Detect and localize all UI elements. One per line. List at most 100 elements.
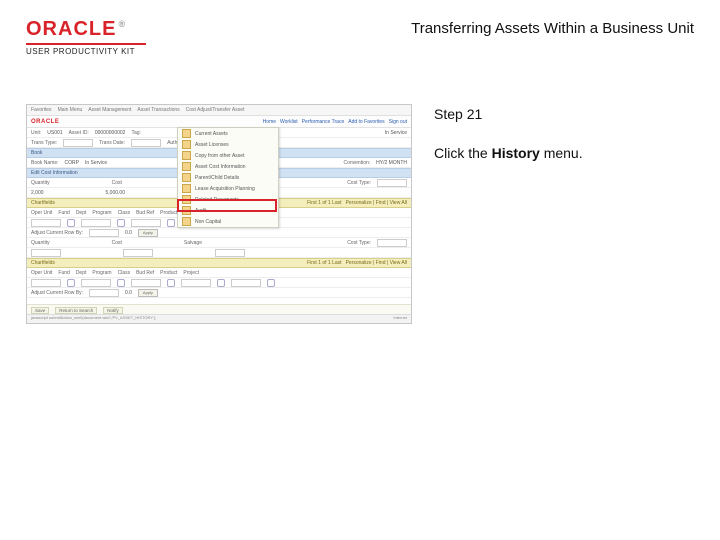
- adjust-row: Adjust Current Row By: 0.0 Apply: [27, 228, 411, 238]
- unit-value: US001: [47, 130, 62, 136]
- chart-section-2: Chartfields Personalize | Find | View Al…: [27, 258, 411, 268]
- brand-rule: [26, 43, 146, 45]
- notify-button[interactable]: Notify: [103, 307, 123, 314]
- brand-block: ORACLE® USER PRODUCTIVITY KIT: [26, 18, 146, 56]
- folder-icon: [182, 129, 191, 138]
- app-screenshot: Favorites Main Menu Asset Management Ass…: [26, 104, 412, 324]
- lookup-icon[interactable]: [67, 219, 75, 227]
- cf-input[interactable]: [131, 279, 161, 287]
- status-left: javascript submitAction_win0(document.wi…: [31, 315, 156, 323]
- cf-input[interactable]: [181, 279, 211, 287]
- save-button[interactable]: Save: [31, 307, 49, 314]
- asset-label: Asset ID:: [69, 130, 89, 136]
- adjust-value: 0.0: [125, 230, 132, 236]
- instructions: Step 21 Click the History menu.: [434, 104, 694, 324]
- apply-button[interactable]: Apply: [138, 289, 158, 297]
- adjust-input[interactable]: [89, 229, 119, 237]
- unit-label: Unit:: [31, 130, 41, 136]
- folder-icon: [182, 184, 191, 193]
- trans-type-input[interactable]: [63, 139, 93, 147]
- menu-item: Copy from other Asset: [178, 150, 278, 161]
- app-logo: ORACLE: [31, 119, 59, 125]
- bc-0: Favorites: [31, 107, 52, 113]
- tag-label: Tag:: [131, 130, 140, 136]
- step-label: Step 21: [434, 104, 694, 125]
- step-bold: History: [492, 145, 540, 161]
- breadcrumb: Favorites Main Menu Asset Management Ass…: [27, 105, 411, 116]
- conv-value: HY/2 MONTH: [376, 160, 407, 166]
- adjust-row-2: Adjust Current Row By: 0.0 Apply: [27, 288, 411, 298]
- menu-item: Non Capital: [178, 216, 278, 227]
- status-right: Internet: [393, 315, 407, 323]
- bc-4: Cost Adjust/Transfer Asset: [186, 107, 245, 113]
- return-button[interactable]: Return to Search: [55, 307, 97, 314]
- cost-type-input[interactable]: [377, 179, 407, 187]
- lookup-icon[interactable]: [217, 279, 225, 287]
- qty-input[interactable]: [31, 249, 61, 257]
- trans-date-input[interactable]: [131, 139, 161, 147]
- adjust-input[interactable]: [89, 289, 119, 297]
- link-home[interactable]: Home: [263, 119, 276, 125]
- cf-input[interactable]: [31, 219, 61, 227]
- chart-inputs-row-2: [27, 278, 411, 288]
- step-before: Click the: [434, 145, 492, 161]
- link-signout[interactable]: Sign out: [389, 119, 407, 125]
- step-after: menu.: [540, 145, 583, 161]
- lookup-icon[interactable]: [167, 219, 175, 227]
- menu-item: Asset Licenses: [178, 139, 278, 150]
- menu-item: Parent/Child Details: [178, 172, 278, 183]
- cf-input[interactable]: [81, 219, 111, 227]
- costtype-label: Cost Type:: [347, 180, 371, 186]
- salvage-input[interactable]: [215, 249, 245, 257]
- folder-icon: [182, 162, 191, 171]
- step-text: Click the History menu.: [434, 143, 694, 164]
- folder-icon: [182, 151, 191, 160]
- lookup-icon[interactable]: [117, 279, 125, 287]
- cost-value-row-2: [27, 248, 411, 258]
- book-name-label: Book Name:: [31, 160, 59, 166]
- brand-subtitle: USER PRODUCTIVITY KIT: [26, 47, 146, 56]
- book-name: CORP: [65, 160, 79, 166]
- asset-value: 00000000002: [95, 130, 126, 136]
- lookup-icon[interactable]: [267, 279, 275, 287]
- conv-label: Convention:: [343, 160, 370, 166]
- lookup-icon[interactable]: [67, 279, 75, 287]
- cost-input[interactable]: [123, 249, 153, 257]
- folder-icon: [182, 217, 191, 226]
- go-menu[interactable]: Current Assets Asset Licenses Copy from …: [177, 127, 279, 228]
- lookup-icon[interactable]: [167, 279, 175, 287]
- menu-item: Asset Cost Information: [178, 161, 278, 172]
- menu-item: Lease Acquisition Planning: [178, 183, 278, 194]
- cost-type-input[interactable]: [377, 239, 407, 247]
- apply-button[interactable]: Apply: [138, 229, 158, 237]
- cf-input[interactable]: [31, 279, 61, 287]
- history-highlight: [177, 199, 277, 212]
- header: ORACLE® USER PRODUCTIVITY KIT Transferri…: [26, 18, 694, 56]
- link-perf[interactable]: Performance Trace: [302, 119, 345, 125]
- bc-1: Main Menu: [58, 107, 83, 113]
- chart-labels-row-2: Oper Unit Fund Dept Program Class Bud Re…: [27, 268, 411, 278]
- cf-input[interactable]: [131, 219, 161, 227]
- doc-title: Transferring Assets Within a Business Un…: [411, 20, 694, 37]
- lookup-icon[interactable]: [117, 219, 125, 227]
- oracle-logo: ORACLE®: [26, 18, 146, 41]
- cost-value: 5,000.00: [106, 190, 125, 196]
- qty-value: 2,000: [31, 190, 44, 196]
- find-link[interactable]: Personalize | Find | View All: [346, 200, 407, 206]
- link-fav[interactable]: Add to Favorites: [348, 119, 384, 125]
- folder-icon: [182, 140, 191, 149]
- menu-item: Current Assets: [178, 128, 278, 139]
- cf-input[interactable]: [231, 279, 261, 287]
- link-worklist[interactable]: Worklist: [280, 119, 298, 125]
- bc-2: Asset Management: [88, 107, 131, 113]
- folder-icon: [182, 173, 191, 182]
- qty-label: Quantity: [31, 180, 50, 186]
- status-value: In Service: [385, 130, 407, 136]
- cost-header-row-2: Quantity Cost Salvage Cost Type:: [27, 238, 411, 248]
- logo-tm: ®: [118, 19, 126, 29]
- cf-input[interactable]: [81, 279, 111, 287]
- cost-label: Cost: [112, 180, 122, 186]
- trans-type-label: Trans Type:: [31, 140, 57, 146]
- adjust-label: Adjust Current Row By:: [31, 230, 83, 236]
- bc-3: Asset Transactions: [137, 107, 179, 113]
